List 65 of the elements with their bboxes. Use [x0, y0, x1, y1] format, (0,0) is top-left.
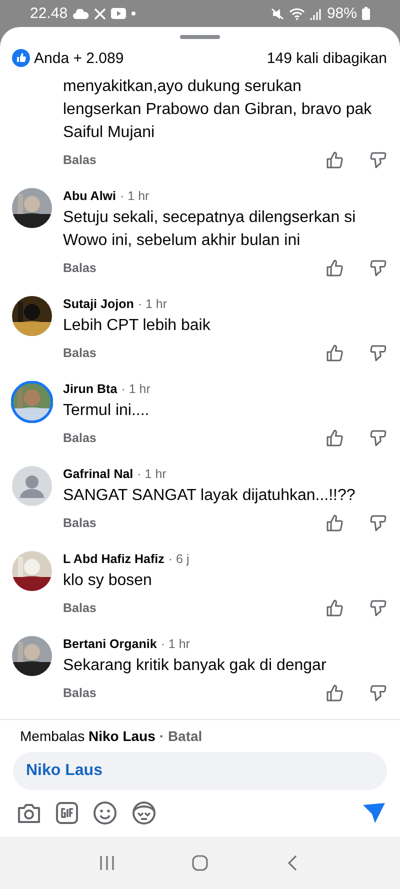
- commenter-name[interactable]: Bertani Organik: [63, 636, 157, 652]
- dot-icon: [130, 11, 136, 16]
- comment-time: · 1 hr: [160, 636, 190, 652]
- reply-link[interactable]: Balas: [63, 601, 96, 615]
- comment-text: menyakitkan,ayo dukung serukan lengserkan Prabowo dan Gibran, bravo pak Saiful Mujani: [63, 77, 373, 143]
- signal-icon: [310, 8, 322, 20]
- comment-text: Setuju sekali, secepatnya dilengserkan si Wowo ini, sebelum akhir bulan ini: [63, 208, 357, 251]
- wifi-icon: [288, 8, 305, 20]
- thumbs-down-icon[interactable]: [370, 599, 388, 617]
- comment-input-field[interactable]: Niko Laus: [13, 752, 387, 790]
- thumbs-up-icon[interactable]: [326, 151, 344, 169]
- reply-link[interactable]: Balas: [63, 346, 96, 360]
- comment-text: SANGAT SANGAT layak dijatuhkan...!!??: [63, 486, 356, 506]
- comment-text: klo sy bosen: [63, 571, 153, 591]
- cancel-link[interactable]: · Batal: [159, 728, 202, 744]
- battery-percent: 98%: [326, 5, 357, 22]
- comment-text: Sekarang kritik banyak gak di dengar: [63, 656, 328, 676]
- commenter-name[interactable]: Sutaji Jojon: [63, 296, 134, 312]
- reply-link[interactable]: Balas: [63, 431, 96, 445]
- reply-link[interactable]: Balas: [63, 516, 96, 530]
- reply-link[interactable]: Balas: [63, 686, 96, 700]
- comment-time: · 1 hr: [121, 381, 150, 397]
- comment-time: · 1 hr: [138, 296, 168, 312]
- emoji-icon[interactable]: [93, 801, 117, 825]
- thumbs-down-icon[interactable]: [370, 684, 388, 702]
- drag-handle[interactable]: [180, 35, 220, 39]
- comment-text: Lebih CPT lebih baik: [63, 316, 212, 336]
- thumbs-up-icon[interactable]: [326, 344, 344, 362]
- send-icon[interactable]: [362, 802, 386, 824]
- x-icon: [94, 8, 106, 20]
- thumbs-down-icon[interactable]: [370, 514, 388, 532]
- replying-to-label: Membalas Niko Laus: [20, 728, 156, 744]
- camera-icon[interactable]: [17, 802, 41, 824]
- thumbs-down-icon[interactable]: [370, 151, 388, 169]
- comment-time: · 1 hr: [137, 466, 166, 482]
- thumbs-down-icon[interactable]: [370, 259, 388, 277]
- comment-text: Termul ini....: [63, 401, 150, 421]
- default-avatar-icon[interactable]: [12, 466, 52, 506]
- reaction-count[interactable]: Anda + 2.089: [34, 50, 124, 66]
- thumbs-up-icon[interactable]: [326, 514, 344, 532]
- commenter-name[interactable]: L Abd Hafiz Hafiz: [63, 551, 164, 567]
- status-time: 22.48: [30, 5, 68, 22]
- comment-time: · 1 hr: [120, 188, 150, 204]
- cloud-icon: [72, 8, 89, 18]
- thumbs-up-icon[interactable]: [326, 684, 344, 702]
- reply-link[interactable]: Balas: [63, 261, 96, 275]
- commenter-name[interactable]: Gafrinal Nal: [63, 466, 134, 482]
- home-icon[interactable]: [190, 854, 209, 872]
- thumbs-up-icon[interactable]: [326, 599, 344, 617]
- comment-time: · 6 j: [168, 551, 190, 567]
- reply-link[interactable]: Balas: [63, 153, 96, 167]
- share-count[interactable]: 149 kali dibagikan: [266, 50, 387, 66]
- commenter-name[interactable]: Abu Alwi: [63, 188, 116, 204]
- avatar-sticker-icon[interactable]: [131, 801, 157, 825]
- commenter-name[interactable]: Jirun Bta: [63, 381, 118, 397]
- thumbs-down-icon[interactable]: [370, 344, 388, 362]
- thumbs-down-icon[interactable]: [370, 429, 388, 447]
- video-icon: [110, 8, 126, 19]
- thumbs-up-icon[interactable]: [326, 429, 344, 447]
- mute-icon: [270, 8, 284, 20]
- gif-icon[interactable]: [55, 801, 79, 825]
- recent-apps-icon[interactable]: [98, 854, 116, 872]
- thumbs-up-icon[interactable]: [326, 259, 344, 277]
- like-reaction-icon: [12, 49, 30, 67]
- battery-icon: [362, 7, 370, 20]
